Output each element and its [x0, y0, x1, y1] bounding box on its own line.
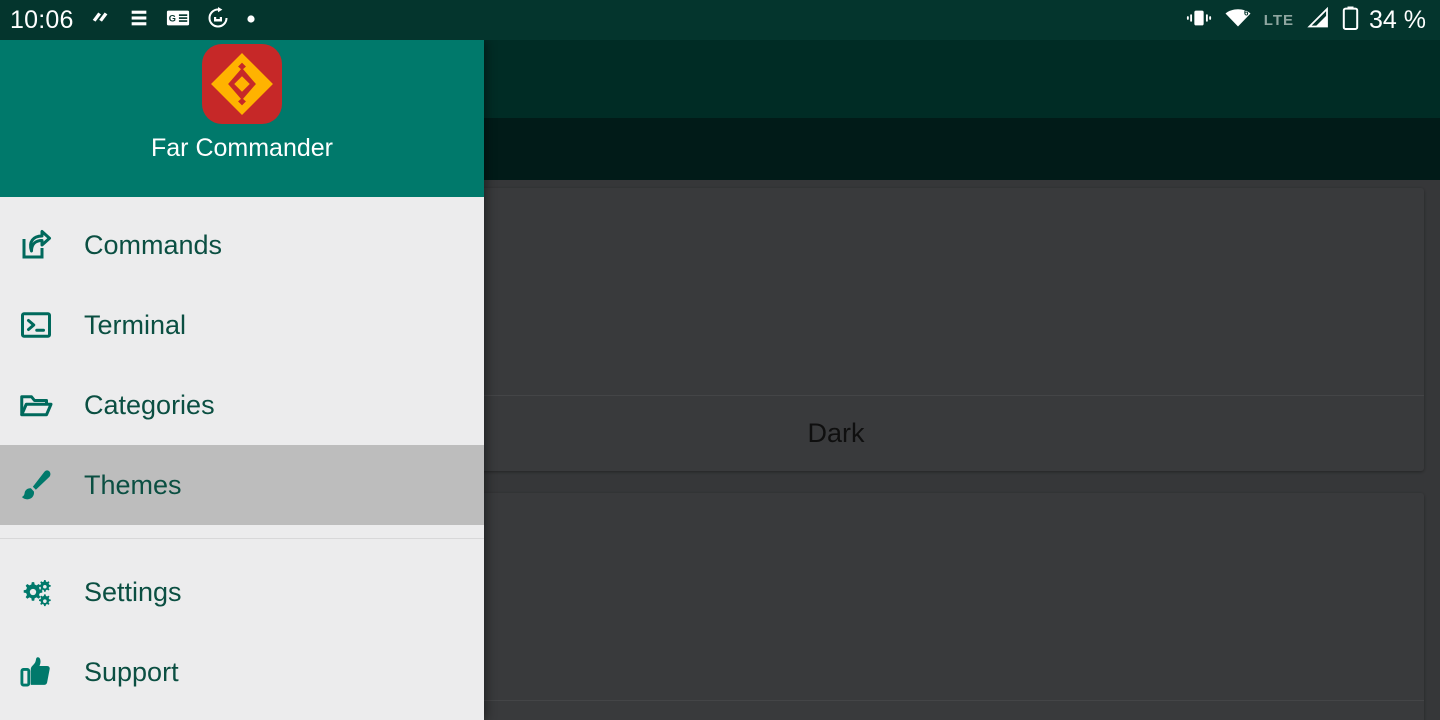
- wifi-generation-label: 6: [1244, 8, 1249, 17]
- sidebar-item-label: Support: [84, 656, 179, 687]
- share-export-icon: [8, 223, 64, 267]
- sidebar-item-label: Categories: [84, 389, 215, 420]
- sidebar-item-support[interactable]: Support: [0, 632, 484, 712]
- drawer-header: Far Commander: [0, 40, 484, 197]
- sidebar-item-commands[interactable]: Commands: [0, 205, 484, 285]
- refresh-circle-icon: [206, 6, 230, 35]
- terminal-icon: [8, 303, 64, 347]
- swipe-gesture-icon: [90, 7, 112, 34]
- navigation-drawer: Far Commander Commands Terminal Categori…: [0, 40, 484, 720]
- battery-percentage-label: 34 %: [1369, 5, 1426, 34]
- vibrate-icon: [1186, 7, 1212, 34]
- status-bar: 10:06 G 6 LTE 34 %: [0, 0, 1440, 40]
- sidebar-item-settings[interactable]: Settings: [0, 552, 484, 632]
- status-bar-left: 10:06 G: [10, 6, 256, 35]
- gears-icon: [8, 570, 64, 614]
- lte-icon: LTE: [1263, 11, 1295, 29]
- app-name-label: Far Commander: [151, 134, 333, 162]
- list-lines-icon: [128, 7, 150, 34]
- theme-name: Dark: [807, 418, 865, 448]
- sidebar-item-categories[interactable]: Categories: [0, 365, 484, 445]
- far-commander-logo: [202, 44, 282, 124]
- sidebar-item-terminal[interactable]: Terminal: [0, 285, 484, 365]
- sidebar-item-label: Terminal: [84, 309, 187, 340]
- thumbs-up-icon: [8, 650, 64, 694]
- svg-text:G: G: [168, 13, 175, 23]
- cellular-signal-icon: [1306, 6, 1330, 34]
- drawer-nav-list: Commands Terminal Categories Themes Sett…: [0, 197, 484, 720]
- paintbrush-icon: [8, 463, 64, 507]
- google-news-icon: G: [166, 8, 190, 33]
- dot-icon: [246, 11, 256, 29]
- status-clock: 10:06: [10, 5, 74, 34]
- drawer-divider: [0, 538, 484, 539]
- status-bar-right: 6 LTE 34 %: [1186, 6, 1426, 35]
- folder-open-icon: [8, 383, 64, 427]
- wifi-6-icon: 6: [1224, 7, 1252, 34]
- sidebar-item-label: Settings: [84, 576, 182, 607]
- sidebar-item-label: Commands: [84, 229, 223, 260]
- sidebar-item-themes[interactable]: Themes: [0, 445, 484, 525]
- battery-icon: [1342, 6, 1359, 35]
- sidebar-item-label: Themes: [84, 469, 182, 500]
